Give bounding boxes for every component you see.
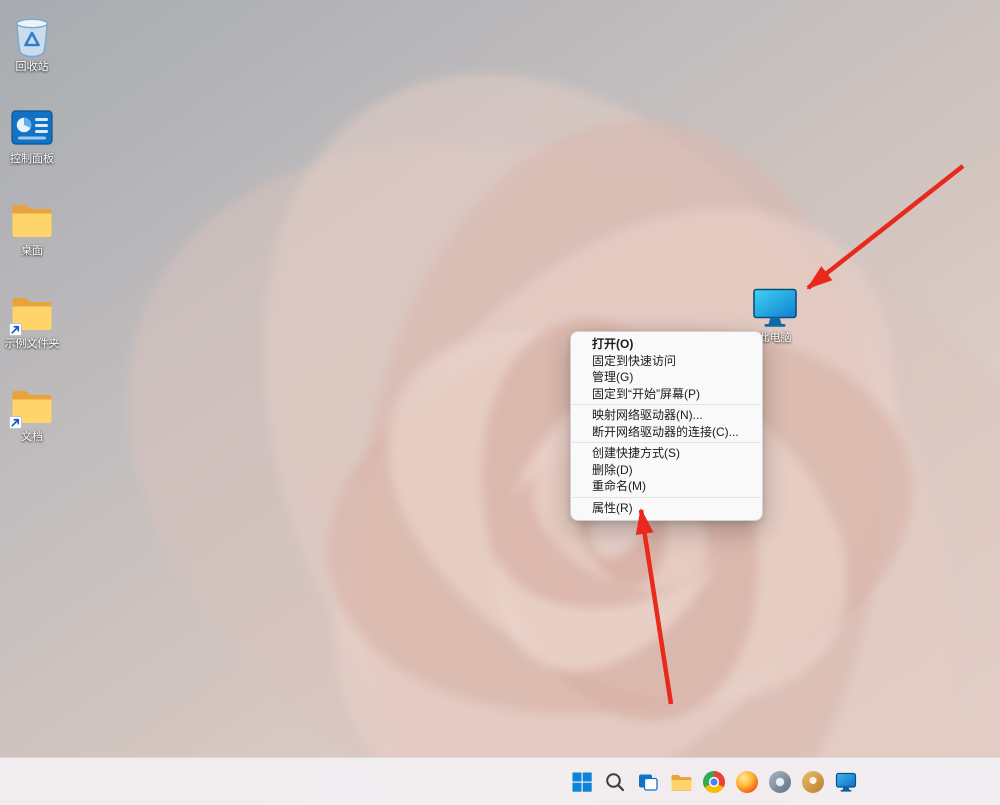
- wallpaper: [0, 0, 1000, 805]
- context-menu: 打开(O) 固定到快速访问 管理(G) 固定到“开始”屏幕(P) 映射网络驱动器…: [570, 331, 763, 521]
- folder-shortcut-icon: [8, 289, 56, 337]
- folder-icon: [8, 196, 56, 244]
- app-icon-1: [768, 770, 792, 794]
- menu-item-open[interactable]: 打开(O): [571, 336, 762, 353]
- search-button[interactable]: [599, 764, 631, 800]
- menu-separator: [572, 497, 761, 498]
- menu-item-rename[interactable]: 重命名(M): [571, 478, 762, 495]
- browser-button[interactable]: [731, 764, 763, 800]
- search-icon: [603, 770, 627, 794]
- menu-item-pin-quick-access[interactable]: 固定到快速访问: [571, 353, 762, 370]
- app-button-1[interactable]: [764, 764, 796, 800]
- task-view-icon: [636, 770, 660, 794]
- chrome-icon: [702, 770, 726, 794]
- app-icon-2: [801, 770, 825, 794]
- desktop-icon-sample-folder[interactable]: 示例文件夹: [1, 289, 63, 350]
- file-explorer-icon: [669, 770, 693, 794]
- desktop-icon-desktop-folder[interactable]: 桌面: [1, 196, 63, 257]
- desktop-icon-label: 文档: [21, 431, 43, 443]
- menu-item-pin-start[interactable]: 固定到“开始”屏幕(P): [571, 386, 762, 403]
- task-view-button[interactable]: [632, 764, 664, 800]
- this-pc-label: 此电脑: [759, 332, 792, 344]
- desktop-icon-label: 控制面板: [10, 153, 54, 165]
- menu-item-disconnect-network-drive[interactable]: 断开网络驱动器的连接(C)...: [571, 424, 762, 441]
- chrome-button[interactable]: [698, 764, 730, 800]
- desktop-icon-documents[interactable]: 文档: [1, 382, 63, 443]
- taskbar-icons: [566, 764, 862, 800]
- desktop-icon-recycle-bin[interactable]: 回收站: [1, 12, 63, 73]
- app-icon-3: [834, 770, 858, 794]
- menu-item-create-shortcut[interactable]: 创建快捷方式(S): [571, 445, 762, 462]
- desktop-icon-label: 示例文件夹: [5, 338, 60, 350]
- taskbar: [0, 757, 1000, 805]
- desktop[interactable]: 回收站 控制面板 桌面: [0, 0, 1000, 805]
- menu-separator: [572, 404, 761, 405]
- desktop-icon-control-panel[interactable]: 控制面板: [1, 104, 63, 165]
- app-button-2[interactable]: [797, 764, 829, 800]
- this-pc-icon: [751, 285, 799, 331]
- folder-shortcut-icon: [8, 382, 56, 430]
- menu-separator: [572, 442, 761, 443]
- desktop-icon-label: 回收站: [16, 61, 49, 73]
- menu-item-properties[interactable]: 属性(R): [571, 500, 762, 517]
- menu-item-map-network-drive[interactable]: 映射网络驱动器(N)...: [571, 407, 762, 424]
- shortcut-arrow-icon: [9, 416, 22, 429]
- start-button[interactable]: [566, 764, 598, 800]
- control-panel-icon: [8, 104, 56, 152]
- shortcut-arrow-icon: [9, 323, 22, 336]
- menu-item-delete[interactable]: 删除(D): [571, 462, 762, 479]
- recycle-bin-icon: [8, 12, 56, 60]
- desktop-icon-label: 桌面: [21, 245, 43, 257]
- start-icon: [570, 770, 594, 794]
- browser-icon: [735, 770, 759, 794]
- menu-item-manage[interactable]: 管理(G): [571, 369, 762, 386]
- file-explorer-button[interactable]: [665, 764, 697, 800]
- app-button-3[interactable]: [830, 764, 862, 800]
